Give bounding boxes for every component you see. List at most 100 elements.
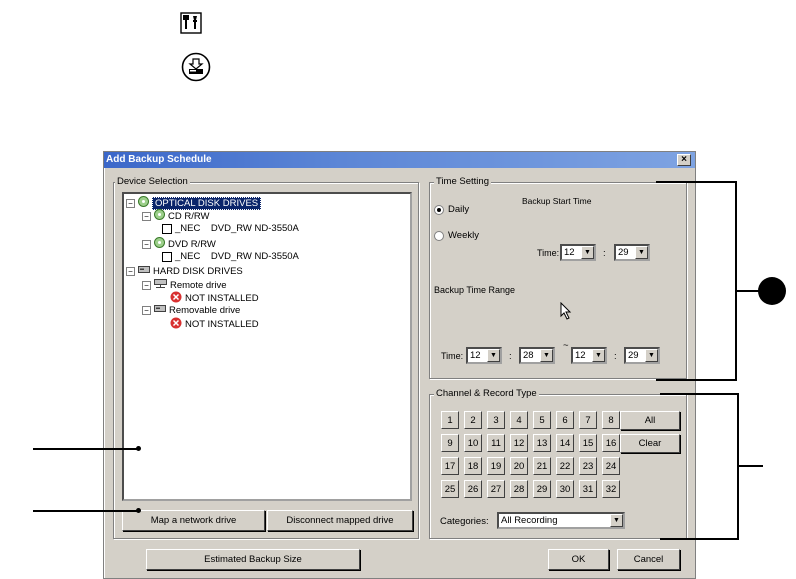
range-from-minute-select[interactable]: 28 ▼ [519,347,555,364]
channel-button[interactable]: 14 [556,434,574,452]
optical-disk-icon [138,196,149,210]
start-hour-select[interactable]: 12 ▼ [560,244,596,261]
daily-radio[interactable]: Daily [434,204,469,215]
channel-button[interactable]: 28 [510,480,528,498]
range-from-hour-select[interactable]: 12 ▼ [466,347,502,364]
channel-button[interactable]: 30 [556,480,574,498]
channel-button[interactable]: 1 [441,411,459,429]
start-hour-value: 12 [564,247,575,258]
collapse-icon[interactable]: − [142,305,151,315]
hard-disk-icon [138,265,150,277]
dropdown-arrow-icon[interactable]: ▼ [610,514,623,527]
close-button[interactable]: × [677,154,691,166]
collapse-icon[interactable]: − [142,280,151,290]
channel-button[interactable]: 7 [579,411,597,429]
channel-button[interactable]: 29 [533,480,551,498]
tree-item-label: NOT INSTALLED [185,319,259,330]
colon: : [614,351,617,362]
tree-item[interactable]: − CD R/RW [142,209,210,223]
channel-button[interactable]: 2 [464,411,482,429]
time-setting-bracket [656,181,737,381]
collapse-icon[interactable]: − [142,211,151,221]
tree-item[interactable]: − OPTICAL DISK DRIVES [126,196,262,210]
dropdown-arrow-icon[interactable]: ▼ [540,349,553,362]
checkbox[interactable] [162,223,172,234]
estimated-backup-size-button[interactable]: Estimated Backup Size [146,549,360,570]
callout-dot [136,508,141,513]
tree-item-label: CD R/RW [168,210,210,222]
channel-button[interactable]: 22 [556,457,574,475]
callout-line-device-tree [33,448,137,450]
channel-button[interactable]: 31 [579,480,597,498]
cancel-button[interactable]: Cancel [617,549,680,570]
start-minute-select[interactable]: 29 ▼ [614,244,650,261]
tree-item[interactable]: _NEC DVD_RW ND-3550A [162,223,299,234]
categories-value: All Recording [501,515,558,526]
channel-button[interactable]: 8 [602,411,620,429]
ok-button[interactable]: OK [548,549,609,570]
start-minute-value: 29 [618,247,629,258]
channel-button[interactable]: 12 [510,434,528,452]
radio-dot [434,204,444,215]
collapse-icon[interactable]: − [126,266,135,276]
channel-button[interactable]: 4 [510,411,528,429]
channel-button[interactable]: 23 [579,457,597,475]
range-from-minute-value: 28 [523,350,534,361]
tree-item-label: _NEC DVD_RW ND-3550A [175,223,299,234]
weekly-radio[interactable]: Weekly [434,230,479,241]
tree-item[interactable]: _NEC DVD_RW ND-3550A [162,251,299,262]
dropdown-arrow-icon[interactable]: ▼ [592,349,605,362]
channel-button[interactable]: 19 [487,457,505,475]
channel-button[interactable]: 6 [556,411,574,429]
channel-button[interactable]: 13 [533,434,551,452]
channel-button[interactable]: 27 [487,480,505,498]
channel-button[interactable]: 24 [602,457,620,475]
channel-button[interactable]: 25 [441,480,459,498]
tree-item[interactable]: − HARD DISK DRIVES [126,265,243,277]
channel-button[interactable]: 26 [464,480,482,498]
dropdown-arrow-icon[interactable]: ▼ [487,349,500,362]
channel-button[interactable]: 16 [602,434,620,452]
tree-item-label: OPTICAL DISK DRIVES [152,196,262,210]
tree-item[interactable]: NOT INSTALLED [170,317,259,332]
tree-item[interactable]: − Removable drive [142,304,240,316]
callout-line-map-button [33,510,137,512]
channel-button[interactable]: 32 [602,480,620,498]
collapse-icon[interactable]: − [126,198,135,208]
callout-dot [136,446,141,451]
radio-dot [434,230,444,241]
range-from-hour-value: 12 [470,350,481,361]
range-to-hour-value: 12 [575,350,586,361]
optical-disk-icon [154,209,165,223]
channel-button[interactable]: 17 [441,457,459,475]
tree-item[interactable]: − DVD R/RW [142,237,216,251]
channel-button[interactable]: 18 [464,457,482,475]
collapse-icon[interactable]: − [142,239,151,249]
channel-button[interactable]: 5 [533,411,551,429]
range-separator: ~ [563,340,569,351]
range-to-minute-value: 29 [628,350,639,361]
dropdown-arrow-icon[interactable]: ▼ [581,246,594,259]
dropdown-arrow-icon[interactable]: ▼ [635,246,648,259]
range-to-minute-select[interactable]: 29 ▼ [624,347,660,364]
map-network-drive-button[interactable]: Map a network drive [122,510,265,531]
range-to-hour-select[interactable]: 12 ▼ [571,347,607,364]
channel-button[interactable]: 20 [510,457,528,475]
device-tree[interactable]: − OPTICAL DISK DRIVES − CD R/RW _NEC DVD… [122,192,412,501]
channel-button[interactable]: 9 [441,434,459,452]
channel-grid: 1 2 3 4 5 6 7 8 9 10 11 12 13 14 15 16 17 18 19 20 21 22 23 24 2… [441,411,625,503]
channel-button[interactable]: 3 [487,411,505,429]
disconnect-mapped-drive-button[interactable]: Disconnect mapped drive [267,510,413,531]
backup-icon [181,52,211,82]
channel-button[interactable]: 15 [579,434,597,452]
callout-marker [758,277,786,305]
checkbox[interactable] [162,251,172,262]
categories-select[interactable]: All Recording ▼ [497,512,625,529]
tree-item-label: Removable drive [169,304,241,316]
range-time-label: Time: [441,351,464,361]
channel-button[interactable]: 11 [487,434,505,452]
channel-button[interactable]: 21 [533,457,551,475]
categories-label: Categories: [440,516,489,527]
channel-button[interactable]: 10 [464,434,482,452]
tree-item[interactable]: − Remote drive [142,278,227,292]
